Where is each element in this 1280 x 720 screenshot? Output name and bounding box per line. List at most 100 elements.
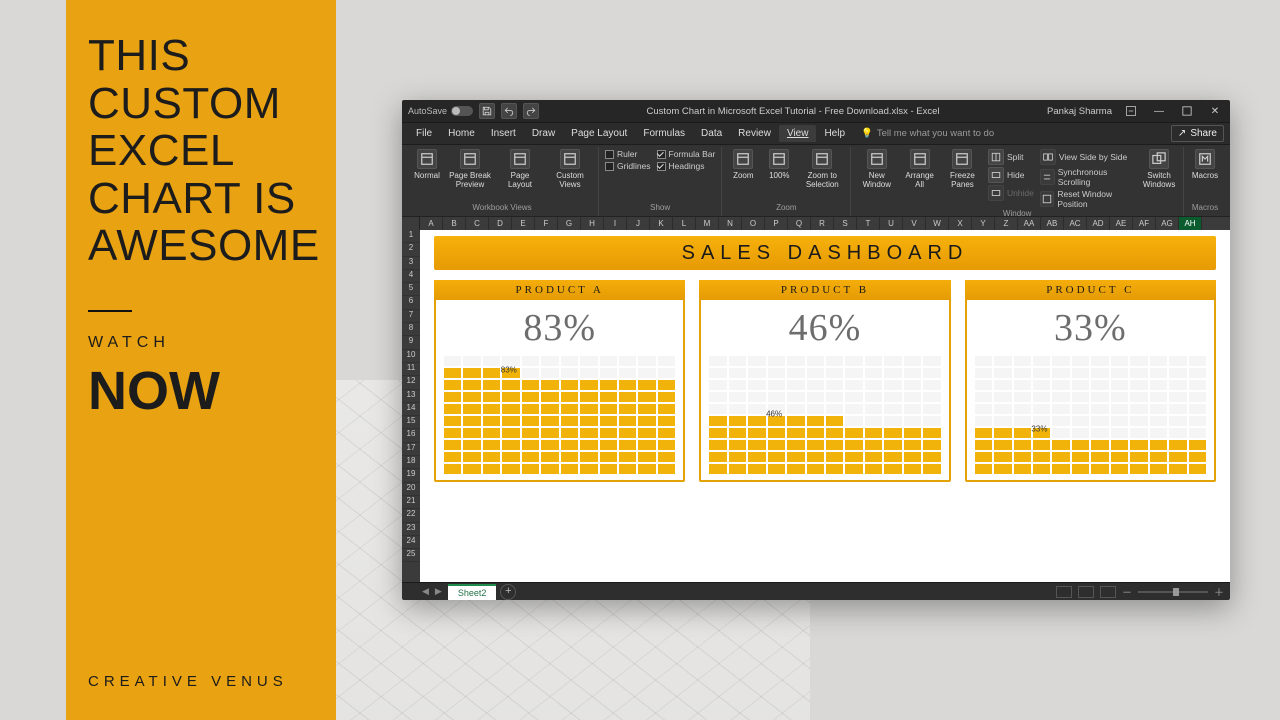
row-header[interactable]: 25 — [402, 549, 420, 562]
row-header[interactable]: 19 — [402, 469, 420, 482]
row-header[interactable]: 18 — [402, 456, 420, 469]
column-header[interactable]: U — [880, 217, 903, 230]
switch-windows-button[interactable]: Switch Windows — [1141, 149, 1177, 189]
ruler-checkbox[interactable]: Ruler — [605, 149, 651, 159]
column-header[interactable]: W — [926, 217, 949, 230]
sheet-nav-next-icon[interactable]: ▶ — [435, 586, 442, 597]
column-header[interactable]: AB — [1041, 217, 1064, 230]
column-header[interactable]: AE — [1110, 217, 1133, 230]
column-header[interactable]: AA — [1018, 217, 1041, 230]
zoom-out-icon[interactable]: － — [1122, 584, 1132, 599]
column-header[interactable]: Q — [788, 217, 811, 230]
column-header[interactable]: N — [719, 217, 742, 230]
macros-button[interactable]: Macros — [1190, 149, 1220, 180]
column-header[interactable]: Z — [995, 217, 1018, 230]
row-headers[interactable]: 1234567891011121314151617181920212223242… — [402, 230, 420, 582]
ribbon-options-icon[interactable] — [1122, 104, 1140, 118]
user-name[interactable]: Pankaj Sharma — [1047, 106, 1112, 117]
column-headers[interactable]: ABCDEFGHIJKLMNOPQRSTUVWXYZAAABACADAEAFAG… — [402, 216, 1230, 230]
share-button[interactable]: ↗ Share — [1171, 125, 1224, 142]
row-header[interactable]: 5 — [402, 283, 420, 296]
column-header[interactable]: E — [512, 217, 535, 230]
column-header[interactable]: O — [742, 217, 765, 230]
column-header[interactable]: D — [489, 217, 512, 230]
row-header[interactable]: 1 — [402, 230, 420, 243]
autosave-toggle[interactable]: AutoSave — [408, 106, 473, 116]
menu-tab-insert[interactable]: Insert — [483, 125, 524, 142]
menu-tab-draw[interactable]: Draw — [524, 125, 563, 142]
menu-tab-home[interactable]: Home — [440, 125, 483, 142]
column-header[interactable]: AD — [1087, 217, 1110, 230]
row-header[interactable]: 23 — [402, 523, 420, 536]
column-header[interactable]: B — [443, 217, 466, 230]
view-normal-button[interactable]: Normal — [412, 149, 442, 180]
worksheet-area[interactable]: 1234567891011121314151617181920212223242… — [402, 230, 1230, 582]
window-arrange-all-button[interactable]: Arrange All — [902, 149, 937, 189]
redo-icon[interactable] — [523, 103, 539, 119]
row-header[interactable]: 8 — [402, 323, 420, 336]
menu-tab-file[interactable]: File — [408, 125, 440, 142]
window-new-window-button[interactable]: New Window — [857, 149, 896, 189]
column-header[interactable]: F — [535, 217, 558, 230]
row-header[interactable]: 2 — [402, 243, 420, 256]
column-header[interactable]: J — [627, 217, 650, 230]
undo-icon[interactable] — [501, 103, 517, 119]
row-header[interactable]: 7 — [402, 310, 420, 323]
row-header[interactable]: 13 — [402, 390, 420, 403]
column-header[interactable]: M — [696, 217, 719, 230]
save-icon[interactable] — [479, 103, 495, 119]
zoom-in-icon[interactable]: ＋ — [1214, 584, 1224, 599]
row-header[interactable]: 20 — [402, 483, 420, 496]
row-header[interactable]: 17 — [402, 443, 420, 456]
zoom-zoom-to-selection-button[interactable]: Zoom to Selection — [800, 149, 844, 189]
column-header[interactable]: C — [466, 217, 489, 230]
row-header[interactable]: 6 — [402, 296, 420, 309]
zoom-slider[interactable] — [1138, 591, 1208, 593]
select-all-corner[interactable] — [402, 217, 420, 230]
view-page-break-preview-button[interactable]: Page Break Preview — [448, 149, 492, 189]
row-header[interactable]: 16 — [402, 429, 420, 442]
row-header[interactable]: 3 — [402, 257, 420, 270]
column-header[interactable]: A — [420, 217, 443, 230]
hide-button[interactable]: Hide — [988, 167, 1034, 183]
row-header[interactable]: 4 — [402, 270, 420, 283]
menu-tab-review[interactable]: Review — [730, 125, 779, 142]
maximize-icon[interactable] — [1178, 104, 1196, 118]
column-header[interactable]: AG — [1156, 217, 1179, 230]
worksheet-canvas[interactable]: SALES DASHBOARD PRODUCT A83%83%PRODUCT B… — [420, 230, 1230, 582]
page-layout-view-icon[interactable] — [1078, 586, 1094, 598]
split-button[interactable]: Split — [988, 149, 1034, 165]
menu-tab-view[interactable]: View — [779, 125, 817, 142]
column-header[interactable]: I — [604, 217, 627, 230]
sheet-tab[interactable]: Sheet2 — [448, 584, 497, 600]
column-header[interactable]: P — [765, 217, 788, 230]
window-freeze-panes-button[interactable]: Freeze Panes — [943, 149, 982, 189]
close-icon[interactable]: ✕ — [1206, 104, 1224, 118]
row-header[interactable]: 21 — [402, 496, 420, 509]
column-header[interactable]: R — [811, 217, 834, 230]
sheet-nav-prev-icon[interactable]: ◀ — [422, 586, 429, 597]
menu-tab-help[interactable]: Help — [816, 125, 853, 142]
row-header[interactable]: 9 — [402, 336, 420, 349]
row-header[interactable]: 12 — [402, 376, 420, 389]
row-header[interactable]: 24 — [402, 536, 420, 549]
row-header[interactable]: 15 — [402, 416, 420, 429]
column-header[interactable]: K — [650, 217, 673, 230]
row-header[interactable]: 22 — [402, 509, 420, 522]
menu-tab-formulas[interactable]: Formulas — [635, 125, 693, 142]
menu-tab-page-layout[interactable]: Page Layout — [563, 125, 635, 142]
row-header[interactable]: 11 — [402, 363, 420, 376]
zoom-100--button[interactable]: 100% — [764, 149, 794, 180]
row-header[interactable]: 10 — [402, 350, 420, 363]
column-header[interactable]: X — [949, 217, 972, 230]
zoom-zoom-button[interactable]: Zoom — [728, 149, 758, 180]
column-header[interactable]: Y — [972, 217, 995, 230]
view-custom-views-button[interactable]: Custom Views — [548, 149, 592, 189]
column-header[interactable]: L — [673, 217, 696, 230]
normal-view-icon[interactable] — [1056, 586, 1072, 598]
column-header[interactable]: H — [581, 217, 604, 230]
tell-me-search[interactable]: 💡 Tell me what you want to do — [861, 128, 994, 139]
column-header[interactable]: V — [903, 217, 926, 230]
gridlines-checkbox[interactable]: Gridlines — [605, 161, 651, 171]
column-header[interactable]: AC — [1064, 217, 1087, 230]
